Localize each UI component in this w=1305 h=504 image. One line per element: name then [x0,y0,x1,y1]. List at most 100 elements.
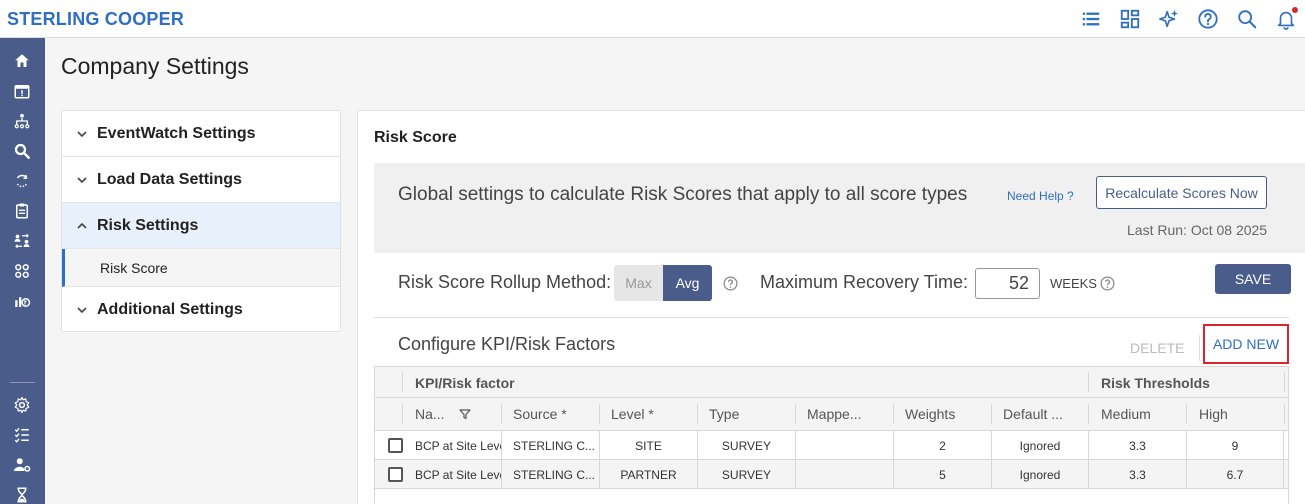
hourglass-icon[interactable] [11,484,33,504]
cell-mapped [795,460,893,489]
col-separator [1186,404,1187,424]
row-checkbox[interactable] [388,467,403,482]
col-separator [1088,372,1089,392]
top-toolbar [1065,6,1299,32]
cell-high: 6.7 [1186,460,1284,489]
last-run-text: Last Run: Oct 08 2025 [1127,222,1268,238]
sync-icon[interactable] [11,170,33,192]
col-separator [795,404,796,424]
column-header-type[interactable]: Type [709,406,739,422]
search-details-icon[interactable] [11,140,33,162]
column-header-name[interactable]: Na... [415,406,460,422]
grid-column-header: Na... Source * Level * Type Mappe... Wei… [375,398,1288,431]
chevron-down-icon [77,307,87,314]
cell-medium: 3.3 [1088,460,1186,489]
ai-sparkle-icon[interactable] [1156,6,1182,32]
notification-bell-icon[interactable] [1273,6,1299,32]
home-icon[interactable] [11,50,33,72]
chevron-down-icon [77,130,87,137]
cell-high: 9 [1186,431,1284,460]
chevron-up-icon [77,222,87,229]
nav-risk-settings[interactable]: Risk Settings [62,203,340,249]
notification-dot [1292,7,1298,13]
cell-medium: 3.3 [1088,431,1186,460]
column-header-level[interactable]: Level * [611,406,654,422]
cell-weights: 5 [893,460,991,489]
cell-type: SURVEY [697,431,795,460]
need-help-link[interactable]: Need Help ? [1007,189,1074,203]
search-icon[interactable] [1234,6,1260,32]
col-separator [991,404,992,424]
network-hierarchy-icon[interactable] [11,110,33,132]
cell-default: Ignored [991,431,1088,460]
configure-kpi-title: Configure KPI/Risk Factors [398,334,616,354]
rollup-method-label: Risk Score Rollup Method: [398,272,612,292]
clipboard-icon[interactable] [11,200,33,222]
cell-source: STERLING C... [501,460,599,489]
save-button[interactable]: SAVE [1215,264,1291,294]
rollup-max-option[interactable]: Max [614,265,663,301]
kpi-grid: KPI/Risk factor Risk Thresholds Na... So… [374,366,1289,504]
max-recovery-label: Maximum Recovery Time: [760,272,969,292]
row-checkbox[interactable] [388,438,403,453]
table-row[interactable]: BCP at Site Level STERLING C... SITE SUR… [375,431,1288,460]
table-row[interactable]: BCP at Site Level STERLING C... PARTNER … [375,460,1288,489]
cell-source: STERLING C... [501,431,599,460]
cost-analysis-icon[interactable] [11,290,33,312]
dashboard-icon[interactable] [1117,6,1143,32]
brand-logo[interactable]: STERLING COOPER [7,9,184,30]
list-icon[interactable] [1078,6,1104,32]
add-new-button[interactable]: ADD NEW [1203,324,1289,364]
column-header-medium[interactable]: Medium [1101,406,1151,422]
col-separator [1284,372,1285,392]
recalculate-scores-button[interactable]: Recalculate Scores Now [1096,176,1267,209]
row-select-cell [388,460,404,489]
divider [374,317,1289,318]
group-header-kpi: KPI/Risk factor [415,375,515,391]
cell-weights: 2 [893,431,991,460]
chevron-down-icon [77,176,87,183]
nav-eventwatch-settings[interactable]: EventWatch Settings [62,111,340,157]
cell-name: BCP at Site Level [415,438,501,453]
settings-gear-icon[interactable] [11,394,33,416]
col-separator [402,372,403,392]
column-header-weights[interactable]: Weights [905,406,955,422]
cell-type: SURVEY [697,460,795,489]
page-title: Company Settings [61,53,249,79]
col-separator [501,404,502,424]
cell-default: Ignored [991,460,1088,489]
settings-nav: EventWatch Settings Load Data Settings R… [61,110,341,332]
sidebar-divider [10,382,35,383]
transfer-users-icon[interactable] [11,230,33,252]
apps-icon[interactable] [11,260,33,282]
recovery-help-icon[interactable] [1100,276,1115,291]
rollup-avg-option[interactable]: Avg [663,265,712,301]
group-header-thresholds: Risk Thresholds [1101,375,1210,391]
nav-sub-risk-score[interactable]: Risk Score [62,249,340,287]
column-header-source[interactable]: Source * [513,406,567,422]
cell-level: SITE [599,431,697,460]
nav-additional-settings[interactable]: Additional Settings [62,287,340,333]
cell-name: BCP at Site Level [415,467,501,482]
column-header-mapped[interactable]: Mappe... [807,406,882,422]
col-separator [402,404,403,424]
filter-icon[interactable] [459,408,471,420]
row-select-cell [388,431,404,460]
column-header-default[interactable]: Default ... [1003,406,1083,422]
user-settings-icon[interactable] [11,454,33,476]
action-separator [1199,335,1200,361]
calendar-alert-icon[interactable] [11,80,33,102]
help-icon[interactable] [1195,6,1221,32]
sidebar [0,38,45,504]
weeks-label: WEEKS [1050,276,1097,291]
nav-label: Load Data Settings [97,170,242,188]
nav-load-data-settings[interactable]: Load Data Settings [62,157,340,203]
top-bar: STERLING COOPER [0,0,1305,38]
delete-button[interactable]: DELETE [1130,340,1184,356]
rollup-help-icon[interactable] [723,276,738,291]
section-title: Risk Score [374,129,457,146]
checklist-icon[interactable] [11,424,33,446]
max-recovery-input[interactable] [975,268,1040,299]
column-header-high[interactable]: High [1199,406,1228,422]
nav-label: Risk Settings [97,216,199,234]
